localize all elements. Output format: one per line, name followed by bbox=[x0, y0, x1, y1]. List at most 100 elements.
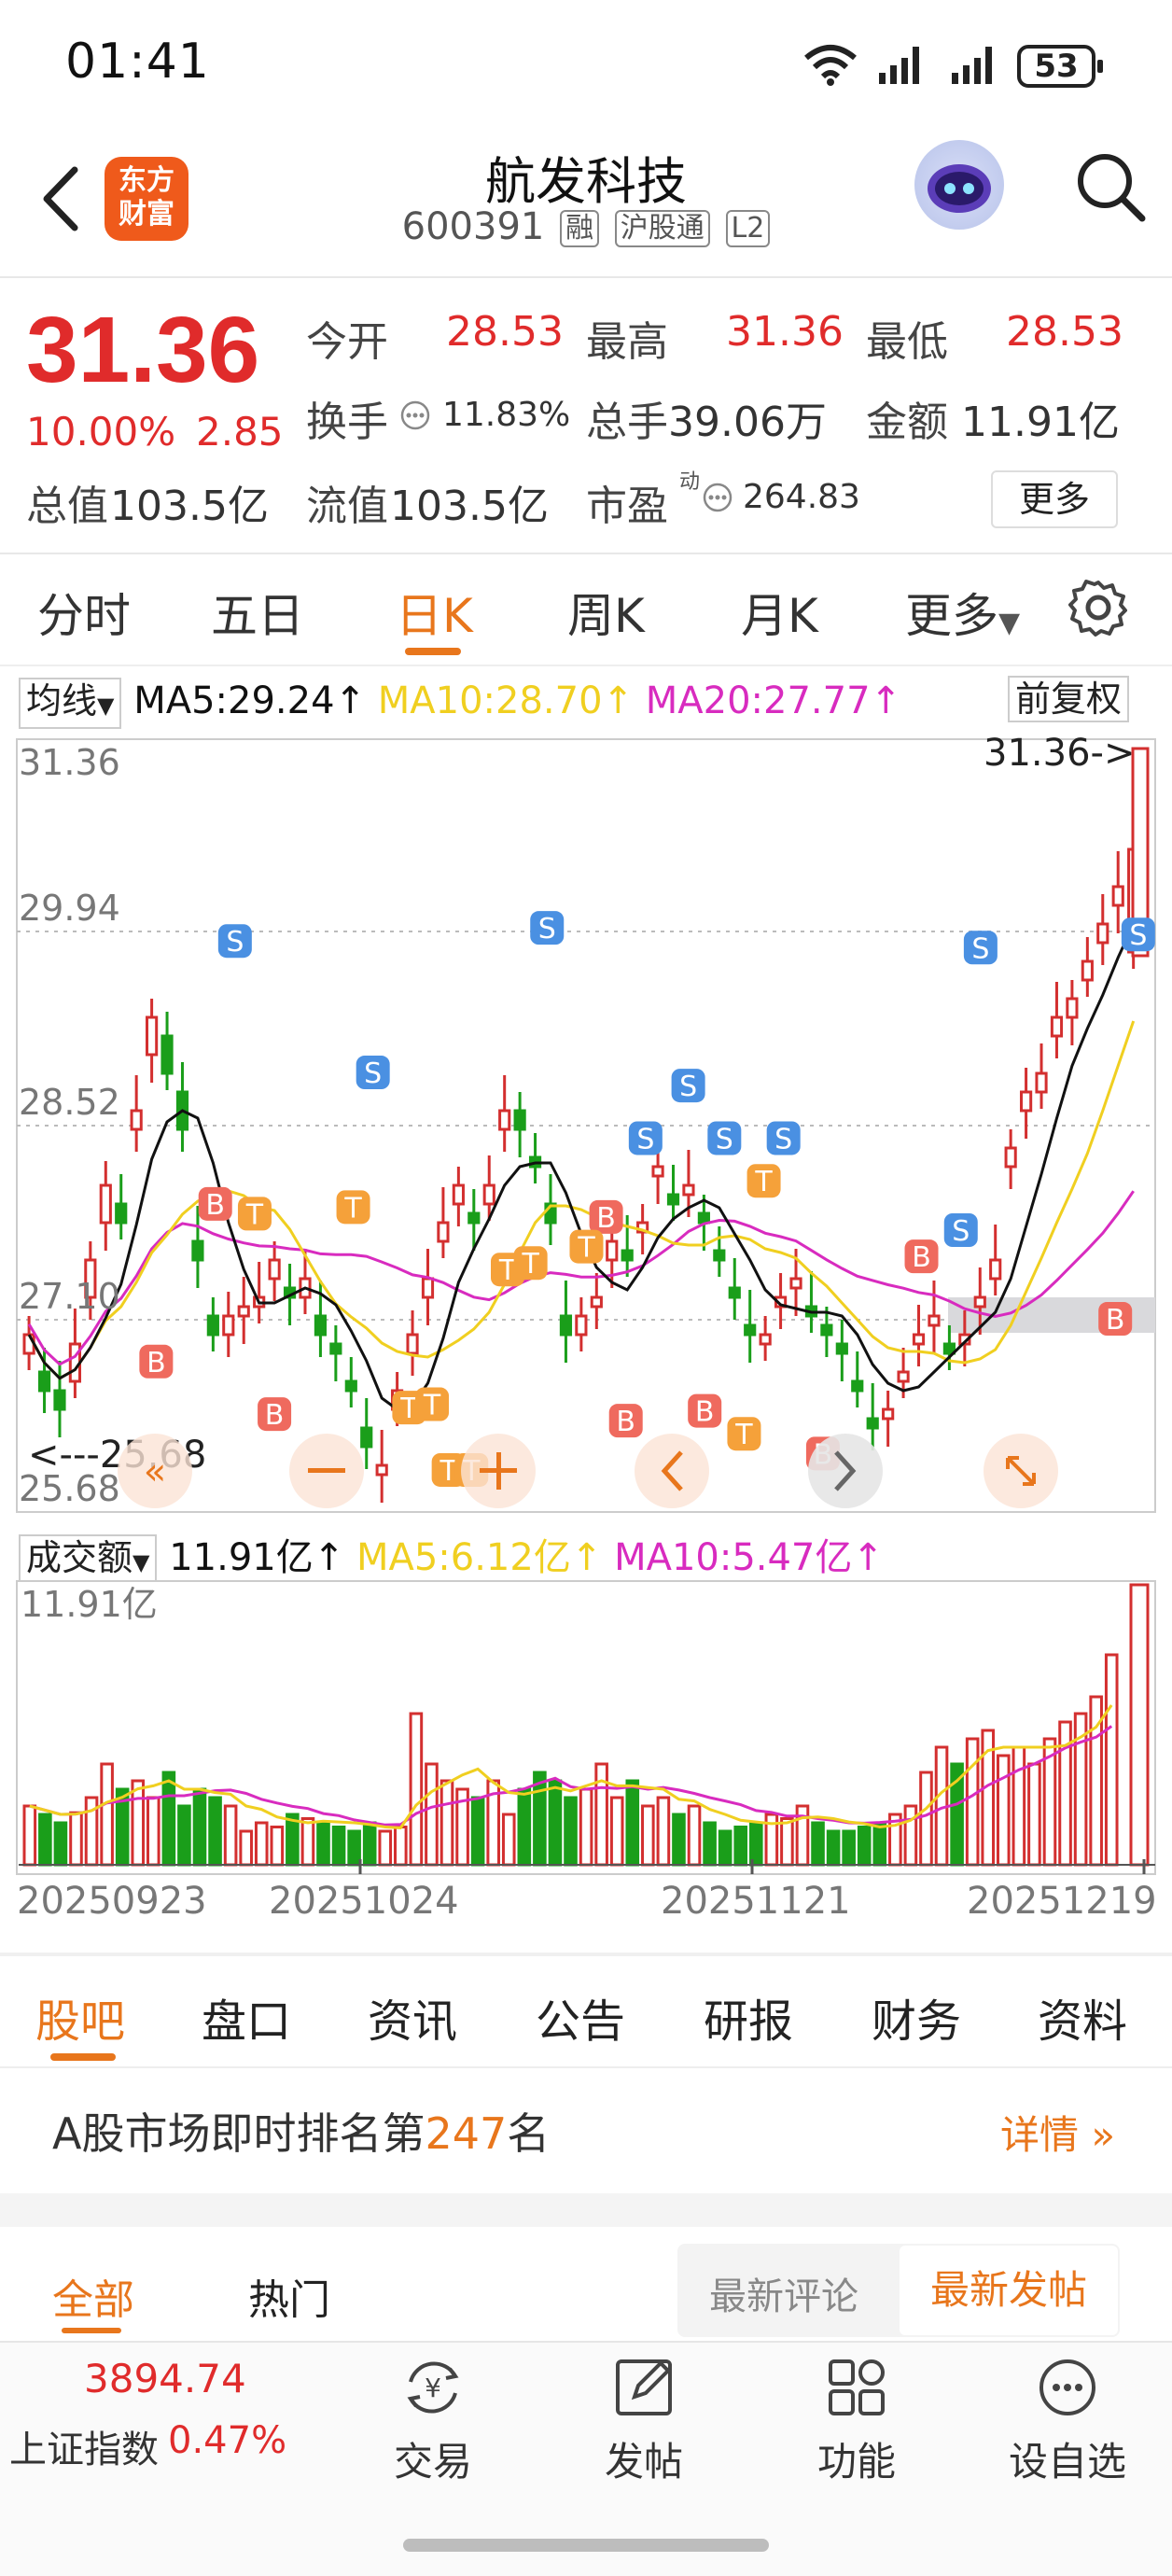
marker-s[interactable]: S bbox=[963, 931, 998, 965]
volume-bar bbox=[965, 1737, 980, 1867]
marker-s[interactable]: S bbox=[943, 1213, 978, 1248]
volume-bar bbox=[718, 1829, 732, 1867]
marker-b[interactable]: B bbox=[904, 1239, 939, 1274]
tab-five-day[interactable]: 五日 bbox=[211, 579, 304, 646]
candle bbox=[682, 1183, 695, 1197]
indicator-selector[interactable]: 均线▼ bbox=[19, 678, 122, 729]
subtab-hot[interactable]: 热门 bbox=[248, 2266, 330, 2326]
volume-bar bbox=[440, 1779, 454, 1867]
marker-t[interactable]: T bbox=[513, 1246, 548, 1281]
date-label-4: 20251219 bbox=[967, 1880, 1157, 1923]
svg-text:S: S bbox=[716, 1123, 733, 1155]
marker-b[interactable]: B bbox=[608, 1404, 643, 1438]
info-dots-icon[interactable] bbox=[702, 482, 733, 513]
zoom-out-button[interactable] bbox=[289, 1434, 364, 1508]
rank-detail-link[interactable]: 详情 » bbox=[1000, 2104, 1115, 2161]
svg-text:T: T bbox=[423, 1390, 441, 1422]
sort-latest-comment[interactable]: 最新评论 bbox=[709, 2266, 858, 2320]
svg-text:B: B bbox=[596, 1202, 616, 1235]
volume-indicator-selector[interactable]: 成交额▼ bbox=[19, 1534, 158, 1586]
grid-apps-icon bbox=[829, 2359, 885, 2415]
sort-latest-post[interactable]: 最新发帖 bbox=[900, 2246, 1118, 2335]
candle bbox=[989, 1258, 1002, 1281]
home-indicator[interactable] bbox=[403, 2539, 769, 2552]
marker-b[interactable]: B bbox=[139, 1344, 174, 1379]
more-circle-icon bbox=[1039, 2359, 1095, 2415]
candle bbox=[37, 1370, 51, 1393]
fullscreen-button[interactable] bbox=[984, 1434, 1058, 1508]
volume-bar bbox=[378, 1829, 393, 1867]
marker-s[interactable]: S bbox=[1121, 917, 1155, 952]
marker-t[interactable]: T bbox=[237, 1197, 272, 1231]
marker-t[interactable]: T bbox=[336, 1190, 370, 1225]
info-dots-icon[interactable] bbox=[399, 399, 431, 431]
nav-watchlist[interactable]: 设自选 bbox=[993, 2354, 1142, 2487]
high-label: 最高 bbox=[586, 318, 668, 366]
marker-t[interactable]: T bbox=[746, 1164, 781, 1198]
adjust-price-button[interactable]: 前复权 bbox=[1008, 676, 1130, 722]
volume-bar bbox=[548, 1779, 563, 1867]
tab-guba[interactable]: 股吧 bbox=[35, 1984, 125, 2050]
quote-divider bbox=[0, 553, 1172, 554]
tag-margin: 融 bbox=[560, 210, 600, 247]
marker-b[interactable]: B bbox=[198, 1186, 232, 1222]
nav-functions[interactable]: 功能 bbox=[782, 2354, 931, 2487]
tab-profile[interactable]: 资料 bbox=[1038, 1984, 1127, 2050]
rank-number: 247 bbox=[425, 2108, 508, 2159]
volume-chart[interactable]: 11.91亿 bbox=[15, 1579, 1157, 1876]
scroll-left-button[interactable] bbox=[635, 1434, 709, 1508]
svg-text:B: B bbox=[205, 1189, 225, 1222]
nav-watchlist-label: 设自选 bbox=[1008, 2439, 1126, 2485]
rank-detail-label: 详情 bbox=[1000, 2112, 1080, 2158]
marker-t[interactable]: T bbox=[727, 1417, 761, 1451]
marker-b[interactable]: B bbox=[1098, 1302, 1133, 1337]
tab-finance[interactable]: 财务 bbox=[872, 1984, 961, 2050]
candle bbox=[590, 1295, 603, 1309]
nav-trade[interactable]: ¥ 交易 bbox=[358, 2354, 508, 2487]
tab-pankou[interactable]: 盘口 bbox=[202, 1984, 291, 2050]
marker-s[interactable]: S bbox=[671, 1069, 705, 1103]
marker-s[interactable]: S bbox=[356, 1056, 390, 1090]
svg-text:¥: ¥ bbox=[425, 2373, 441, 2403]
marker-s[interactable]: S bbox=[530, 911, 565, 945]
chart-control-first[interactable]: « bbox=[118, 1434, 192, 1508]
marker-s[interactable]: S bbox=[707, 1121, 742, 1155]
kline-chart[interactable]: SSSSSSSSSSBBBBBBBBBTTTTTTTTTTT 31.36 29.… bbox=[15, 737, 1157, 1514]
volume-bar bbox=[362, 1821, 377, 1867]
tab-daily-k[interactable]: 日K bbox=[396, 579, 473, 646]
assistant-avatar[interactable] bbox=[914, 140, 1004, 230]
tab-intraday[interactable]: 分时 bbox=[37, 579, 131, 646]
marker-b[interactable]: B bbox=[589, 1199, 623, 1235]
marker-s[interactable]: S bbox=[217, 924, 252, 959]
scroll-right-button[interactable] bbox=[808, 1434, 883, 1508]
volume-bar bbox=[857, 1826, 872, 1867]
rank-prefix: A股市场即时排名第 bbox=[52, 2108, 426, 2159]
search-icon[interactable] bbox=[1073, 149, 1148, 224]
marker-t[interactable]: T bbox=[415, 1387, 450, 1422]
svg-text:S: S bbox=[538, 913, 556, 945]
subtab-all[interactable]: 全部 bbox=[52, 2266, 134, 2326]
settings-gear-icon[interactable] bbox=[1067, 577, 1129, 638]
marker-t[interactable]: T bbox=[569, 1229, 604, 1265]
stock-code: 600391 bbox=[401, 205, 545, 248]
marker-s[interactable]: S bbox=[766, 1121, 801, 1155]
marker-s[interactable]: S bbox=[628, 1121, 663, 1155]
tab-weekly-k[interactable]: 周K bbox=[567, 579, 645, 646]
volume-bar bbox=[1104, 1653, 1119, 1867]
volume-bar bbox=[1027, 1762, 1041, 1867]
tab-news[interactable]: 资讯 bbox=[368, 1984, 457, 2050]
tag-level2: L2 bbox=[725, 210, 771, 247]
tab-monthly-k[interactable]: 月K bbox=[741, 579, 818, 646]
marker-b[interactable]: B bbox=[258, 1397, 292, 1432]
tab-research[interactable]: 研报 bbox=[704, 1984, 793, 2050]
candle bbox=[1019, 1090, 1033, 1113]
zoom-in-button[interactable] bbox=[461, 1434, 536, 1508]
marker-b[interactable]: B bbox=[688, 1393, 722, 1429]
tab-announcements[interactable]: 公告 bbox=[536, 1984, 625, 2050]
y-label-3: 28.52 bbox=[19, 1082, 120, 1123]
tab-more-periods[interactable]: 更多▼ bbox=[905, 579, 1020, 646]
nav-post[interactable]: 发帖 bbox=[569, 2354, 719, 2487]
candle bbox=[498, 1109, 511, 1131]
more-quote-button[interactable]: 更多 bbox=[991, 470, 1118, 528]
volume-bar bbox=[53, 1821, 68, 1867]
